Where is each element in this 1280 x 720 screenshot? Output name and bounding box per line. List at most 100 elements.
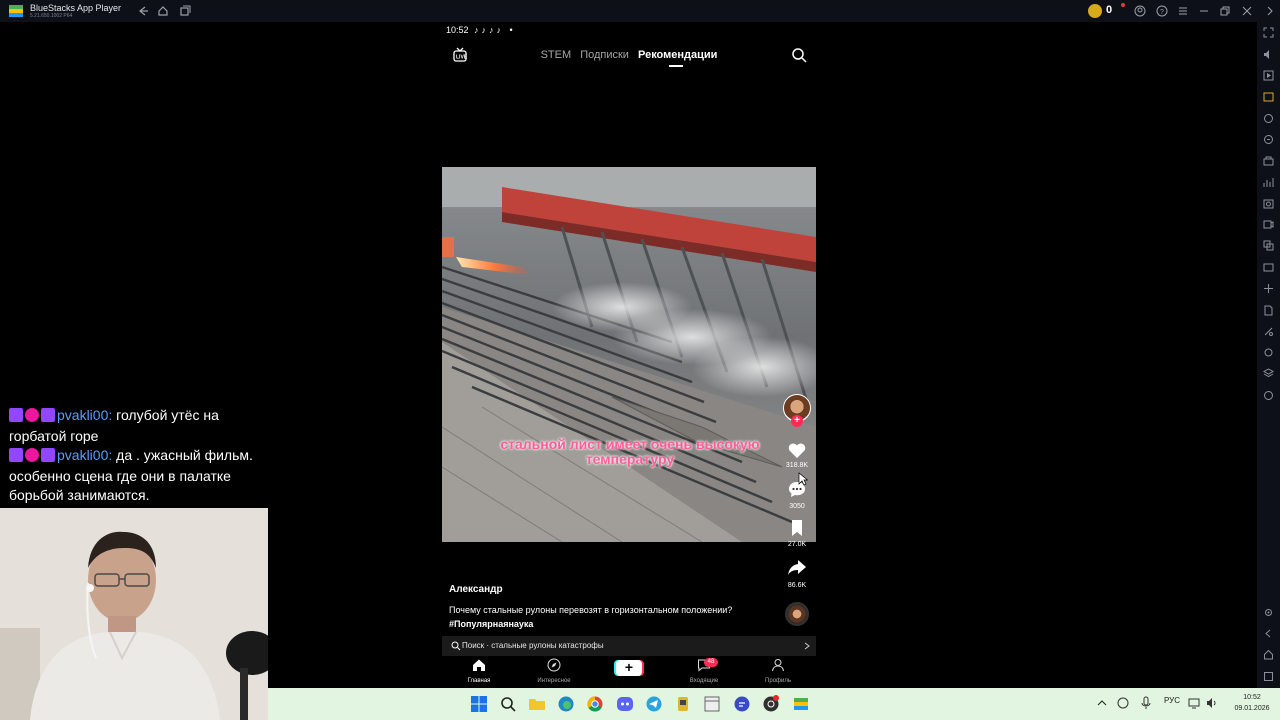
- bluestacks-titlebar: BlueStacks App Player 5.21.650.1002 P64 …: [0, 0, 1280, 22]
- account-icon[interactable]: [1134, 5, 1146, 17]
- menu-icon[interactable]: [1177, 5, 1189, 17]
- create-video-button[interactable]: +: [616, 660, 642, 676]
- screenshot-icon[interactable]: [1263, 198, 1274, 209]
- tray-app-icon[interactable]: [1116, 696, 1130, 710]
- close-icon[interactable]: [1241, 5, 1253, 17]
- svg-text:?: ?: [1160, 9, 1164, 16]
- heart-badge-icon: [25, 448, 39, 462]
- ahk-script-icon[interactable]: [674, 695, 692, 713]
- profile-icon: [772, 659, 784, 672]
- input-language[interactable]: РУС: [1164, 696, 1180, 705]
- app-title: BlueStacks App Player: [30, 3, 122, 13]
- nav-profile-label: Профиль: [765, 678, 791, 684]
- notification-dot: [1121, 3, 1125, 7]
- status-notification-icons: ♪♪♪♪ •: [474, 25, 516, 35]
- network-icon[interactable]: [1188, 697, 1200, 709]
- telegram-icon[interactable]: [645, 695, 663, 713]
- chat-badges: [9, 448, 57, 467]
- share-arrow-icon[interactable]: [787, 557, 807, 577]
- speaker-icon[interactable]: [1206, 697, 1218, 709]
- webcam-feed: [0, 508, 268, 720]
- video-player[interactable]: стальной лист имеет очень высокую темпер…: [442, 167, 816, 542]
- tray-chevron-up-icon[interactable]: [1096, 697, 1108, 709]
- file-explorer-icon[interactable]: [528, 695, 546, 713]
- related-search-bar[interactable]: Поиск · стальные рулоны катастрофы: [442, 636, 816, 656]
- recent-apps-icon[interactable]: [179, 5, 191, 17]
- location-icon[interactable]: [1263, 262, 1274, 273]
- app-window-icon[interactable]: [703, 695, 721, 713]
- controls-icon[interactable]: [1263, 283, 1274, 294]
- obs-icon[interactable]: [762, 695, 780, 713]
- nav-profile[interactable]: Профиль: [748, 658, 808, 684]
- chat-username: pvakli00:: [57, 447, 113, 463]
- settings-gear-icon[interactable]: [1263, 347, 1274, 358]
- microphone-icon[interactable]: [1140, 696, 1152, 710]
- macro-icon[interactable]: [1263, 155, 1274, 166]
- layers-icon[interactable]: [1263, 368, 1274, 379]
- chat-message: pvakli00: голубой утёс на горбатой горе: [0, 406, 268, 446]
- sidebar-back-icon[interactable]: [1263, 628, 1274, 639]
- sync-icon[interactable]: [1263, 390, 1274, 401]
- active-tab-indicator: [669, 65, 683, 67]
- performance-icon[interactable]: [1263, 177, 1274, 188]
- sidebar-home-icon[interactable]: [1263, 649, 1274, 660]
- coin-count: 0: [1106, 4, 1113, 16]
- video-caption: стальной лист имеет очень высокую темпер…: [500, 436, 760, 467]
- nav-home-label: Главная: [467, 678, 491, 684]
- follow-button[interactable]: +: [791, 415, 803, 427]
- multi-instance-icon[interactable]: [1263, 240, 1274, 251]
- search-icon[interactable]: [791, 47, 807, 63]
- back-icon[interactable]: [137, 5, 149, 17]
- collapse-sidebar-icon[interactable]: [1264, 5, 1276, 17]
- media-icon[interactable]: [1263, 70, 1274, 81]
- coin-icon[interactable]: [1088, 4, 1102, 18]
- chat-message: pvakli00: да . ужасный фильм. особенно с…: [0, 446, 268, 505]
- bookmarks-count: 27.0K: [787, 541, 807, 548]
- record-icon[interactable]: [1263, 219, 1274, 230]
- music-disc[interactable]: [785, 602, 809, 626]
- sidebar-recents-icon[interactable]: [1263, 671, 1274, 682]
- windows-taskbar: РУС 10:52 09.01.2026: [268, 688, 1280, 720]
- app-version: 5.21.650.1002 P64: [30, 13, 73, 19]
- shake-icon[interactable]: [1263, 134, 1274, 145]
- search-small-icon: [451, 641, 461, 651]
- tab-subscriptions[interactable]: Подписки: [580, 49, 629, 61]
- nav-home[interactable]: Главная: [449, 658, 509, 684]
- related-search-text: Поиск · стальные рулоны катастрофы: [462, 641, 604, 650]
- help-icon[interactable]: ?: [1156, 5, 1168, 17]
- chat-app-icon[interactable]: [733, 695, 751, 713]
- like-heart-icon[interactable]: [787, 441, 807, 461]
- edge-browser-icon[interactable]: [557, 695, 575, 713]
- badge-icon: [9, 408, 23, 422]
- bookmark-icon[interactable]: [787, 518, 807, 538]
- chat-username: pvakli00:: [57, 407, 113, 423]
- apk-icon[interactable]: [1263, 91, 1274, 102]
- tab-recommendations[interactable]: Рекомендации: [638, 49, 717, 61]
- shares-count: 86.6K: [787, 582, 807, 589]
- rotate-icon[interactable]: [1263, 113, 1274, 124]
- discord-icon[interactable]: [616, 695, 634, 713]
- status-time: 10:52: [446, 25, 469, 35]
- hashtag-link[interactable]: #Популярнаянаука: [449, 617, 769, 631]
- files-icon[interactable]: [1263, 305, 1274, 316]
- home-icon[interactable]: [157, 5, 169, 17]
- mouse-cursor-icon: [798, 472, 808, 486]
- bluestacks-taskbar-icon[interactable]: [792, 695, 810, 713]
- search-taskbar-icon[interactable]: [499, 695, 517, 713]
- nav-discover[interactable]: Интересное: [524, 658, 584, 684]
- chat-badges: [9, 408, 57, 427]
- author-name[interactable]: Александр: [449, 584, 503, 595]
- volume-icon[interactable]: [1263, 49, 1274, 60]
- minimize-icon[interactable]: [1198, 5, 1210, 17]
- restore-icon[interactable]: [1219, 5, 1231, 17]
- eco-mode-icon[interactable]: [1263, 326, 1274, 337]
- tab-stem[interactable]: STEM: [541, 49, 572, 61]
- chrome-icon[interactable]: [586, 695, 604, 713]
- fullscreen-icon[interactable]: [1263, 27, 1274, 38]
- bluestacks-sidebar: [1257, 22, 1280, 688]
- subscriber-badge-icon: [41, 408, 55, 422]
- system-clock[interactable]: 10:52 09.01.2026: [1228, 692, 1276, 714]
- bluestacks-logo-icon: [9, 5, 23, 17]
- windows-start-icon[interactable]: [470, 695, 488, 713]
- sidebar-settings-icon[interactable]: [1263, 607, 1274, 618]
